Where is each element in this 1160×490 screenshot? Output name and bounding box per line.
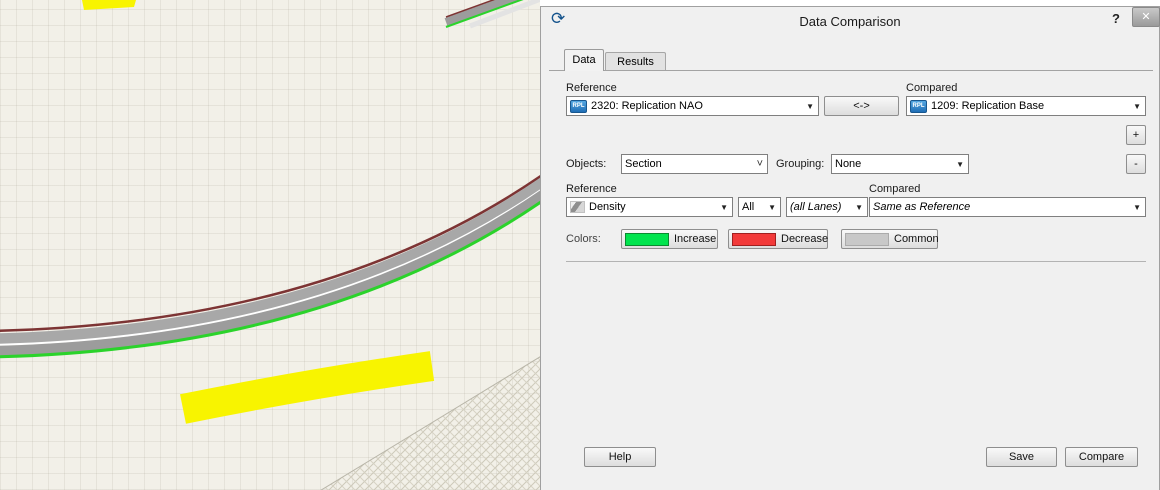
increase-color-button[interactable]: Increase: [621, 229, 718, 249]
network-canvas: [0, 0, 540, 490]
grouping-value: None: [835, 158, 952, 170]
compared-variable-value: Same as Reference: [873, 201, 1129, 213]
variable-select[interactable]: Density ▼: [566, 197, 733, 217]
remove-row-button[interactable]: -: [1126, 154, 1146, 174]
increase-swatch: [625, 233, 669, 246]
compared-dropdown[interactable]: RPL 1209: Replication Base ▼: [906, 96, 1146, 116]
chevron-down-icon: ˅: [757, 160, 763, 168]
reference-value: 2320: Replication NAO: [591, 100, 802, 112]
chevron-down-icon: ▼: [855, 203, 863, 212]
tab-data[interactable]: Data: [564, 49, 604, 71]
aggregation-value: All: [742, 201, 764, 213]
chevron-down-icon: ▼: [768, 203, 776, 212]
close-button[interactable]: ✕: [1132, 7, 1160, 27]
density-icon: [570, 201, 585, 213]
network-view[interactable]: [0, 0, 540, 490]
save-button[interactable]: Save: [986, 447, 1057, 467]
chevron-down-icon: ▼: [1133, 102, 1141, 111]
help-icon[interactable]: ?: [1112, 11, 1120, 26]
highlight-sliver: [82, 0, 136, 10]
reference-variable-label: Reference: [566, 183, 617, 195]
reference-label: Reference: [566, 82, 617, 94]
swap-button[interactable]: <->: [824, 96, 899, 116]
chevron-down-icon: ▼: [806, 102, 814, 111]
tab-separator: [549, 70, 1153, 71]
separator: [566, 261, 1146, 262]
compared-variable-select[interactable]: Same as Reference ▼: [869, 197, 1146, 217]
compared-label: Compared: [906, 82, 957, 94]
reference-dropdown[interactable]: RPL 2320: Replication NAO ▼: [566, 96, 819, 116]
compared-value: 1209: Replication Base: [931, 100, 1129, 112]
lanes-select[interactable]: (all Lanes) ▼: [786, 197, 868, 217]
road: [0, 171, 540, 357]
objects-label: Objects:: [566, 154, 606, 174]
objects-value: Section: [625, 158, 753, 170]
dialog-title: Data Comparison: [541, 14, 1159, 29]
compare-button[interactable]: Compare: [1065, 447, 1138, 467]
common-color-button[interactable]: Common: [841, 229, 938, 249]
chevron-down-icon: ▼: [956, 160, 964, 169]
decrease-swatch: [732, 233, 776, 246]
replication-icon: RPL: [570, 100, 587, 113]
road-fragment: [446, 0, 540, 27]
chevron-down-icon: ▼: [1133, 203, 1141, 212]
lanes-value: (all Lanes): [790, 201, 851, 213]
decrease-label: Decrease: [781, 233, 828, 245]
common-label: Common: [894, 233, 939, 245]
screen: ⟳ Data Comparison ? ✕ Data Results Refer…: [0, 0, 1160, 490]
help-button[interactable]: Help: [584, 447, 656, 467]
replication-icon: RPL: [910, 100, 927, 113]
objects-select[interactable]: Section ˅: [621, 154, 768, 174]
aggregation-select[interactable]: All ▼: [738, 197, 781, 217]
grouping-select[interactable]: None ▼: [831, 154, 969, 174]
decrease-color-button[interactable]: Decrease: [728, 229, 828, 249]
increase-label: Increase: [674, 233, 716, 245]
compared-variable-label: Compared: [869, 183, 920, 195]
chevron-down-icon: ▼: [720, 203, 728, 212]
common-swatch: [845, 233, 889, 246]
grouping-label: Grouping:: [776, 154, 824, 174]
tab-results[interactable]: Results: [605, 52, 666, 71]
variable-value: Density: [589, 201, 716, 213]
colors-label: Colors:: [566, 229, 601, 249]
data-comparison-dialog: ⟳ Data Comparison ? ✕ Data Results Refer…: [540, 6, 1160, 490]
add-row-button[interactable]: +: [1126, 125, 1146, 145]
highlight-band[interactable]: [183, 366, 432, 409]
